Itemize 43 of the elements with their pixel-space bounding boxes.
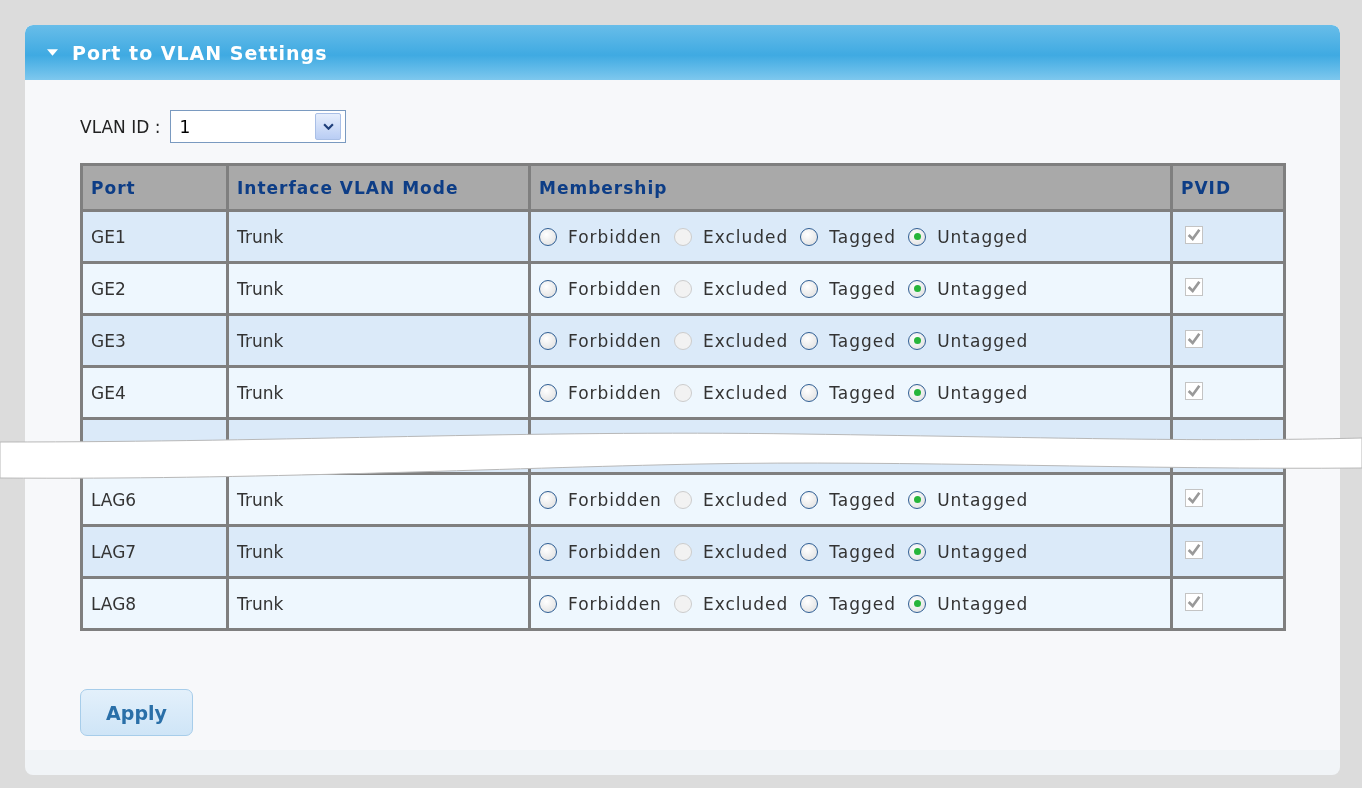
port-cell: GE3: [81, 314, 228, 367]
membership-radio[interactable]: Untagged: [908, 330, 1029, 351]
membership-radio[interactable]: Untagged: [908, 593, 1029, 614]
vlan-id-select[interactable]: 1: [170, 110, 347, 143]
column-header: PVID: [1171, 164, 1285, 211]
membership-radio[interactable]: Forbidden: [539, 489, 662, 510]
membership-radio[interactable]: Tagged: [800, 593, 897, 614]
membership-radio[interactable]: Untagged: [908, 541, 1029, 562]
membership-radio[interactable]: Tagged: [800, 226, 897, 247]
port-cell: GE2: [81, 262, 228, 315]
membership-radio[interactable]: Untagged: [908, 489, 1029, 510]
mode-cell: Trunk: [227, 314, 530, 367]
membership-radio[interactable]: Forbidden: [539, 330, 662, 351]
mode-cell: Trunk: [227, 473, 530, 526]
column-header: Port: [81, 164, 228, 211]
port-cell: LAG8: [81, 577, 228, 630]
port-cell: GE1: [81, 210, 228, 263]
collapse-arrow-icon[interactable]: [47, 49, 58, 56]
vlan-id-label: VLAN ID :: [80, 116, 161, 137]
mode-cell: Trunk: [227, 262, 530, 315]
column-header: Membership: [529, 164, 1172, 211]
membership-radio[interactable]: Tagged: [800, 382, 897, 403]
panel-title: Port to VLAN Settings: [72, 41, 328, 64]
mode-cell: Trunk: [227, 577, 530, 630]
membership-radio[interactable]: Forbidden: [539, 593, 662, 614]
membership-radio[interactable]: Tagged: [800, 541, 897, 562]
column-header: Interface VLAN Mode: [227, 164, 530, 211]
membership-radio[interactable]: Forbidden: [539, 382, 662, 403]
membership-radio[interactable]: Forbidden: [539, 278, 662, 299]
apply-button[interactable]: Apply: [80, 689, 193, 736]
membership-radio[interactable]: Tagged: [800, 489, 897, 510]
port-cell: LAG7: [81, 525, 228, 578]
membership-radio[interactable]: Tagged: [800, 330, 897, 351]
membership-radio[interactable]: Untagged: [908, 382, 1029, 403]
membership-radio[interactable]: Untagged: [908, 226, 1029, 247]
membership-radio[interactable]: Untagged: [908, 278, 1029, 299]
port-cell: GE4: [81, 366, 228, 419]
membership-radio[interactable]: Tagged: [800, 278, 897, 299]
mode-cell: Trunk: [227, 210, 530, 263]
mode-cell: Trunk: [227, 525, 530, 578]
membership-radio[interactable]: Forbidden: [539, 226, 662, 247]
mode-cell: Trunk: [227, 366, 530, 419]
membership-radio[interactable]: Forbidden: [539, 541, 662, 562]
